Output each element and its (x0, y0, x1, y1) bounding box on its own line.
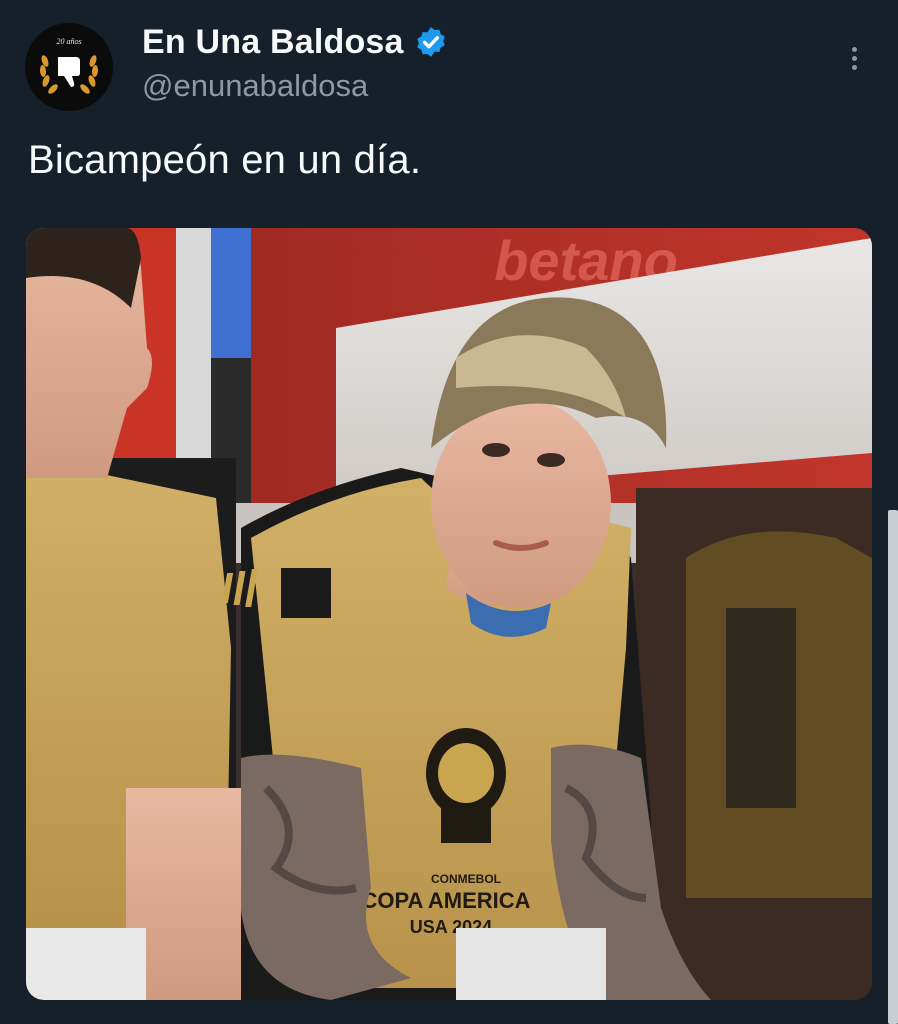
author-avatar[interactable]: 20 años (25, 23, 113, 111)
author-display-name[interactable]: En Una Baldosa (142, 23, 404, 62)
tweet[interactable]: 20 años En Una Baldosa @enunabaldosa Bic… (0, 0, 898, 1024)
shirt-print-main: COPA AMERICA (361, 888, 530, 913)
shirt-print-top: CONMEBOL (431, 872, 501, 886)
author-handle[interactable]: @enunabaldosa (142, 68, 368, 104)
more-dot-icon (851, 46, 857, 52)
tweet-text: Bicampeón en un día. (28, 138, 422, 182)
avatar-text: 20 años (56, 37, 81, 46)
author-name-row: En Una Baldosa (142, 22, 448, 62)
page-scrollbar[interactable] (888, 510, 898, 1024)
more-options-button[interactable] (836, 40, 872, 76)
laurel-logo-icon: 20 años (25, 23, 113, 111)
more-dot-icon (851, 55, 857, 61)
verified-badge-icon (416, 27, 445, 57)
photo-players-on-bench: betano CONMEBOL COPA AMERICA USA 2024 (26, 228, 872, 1000)
tweet-photo[interactable]: betano CONMEBOL COPA AMERICA USA 2024 (26, 228, 872, 1000)
more-dot-icon (851, 64, 857, 70)
